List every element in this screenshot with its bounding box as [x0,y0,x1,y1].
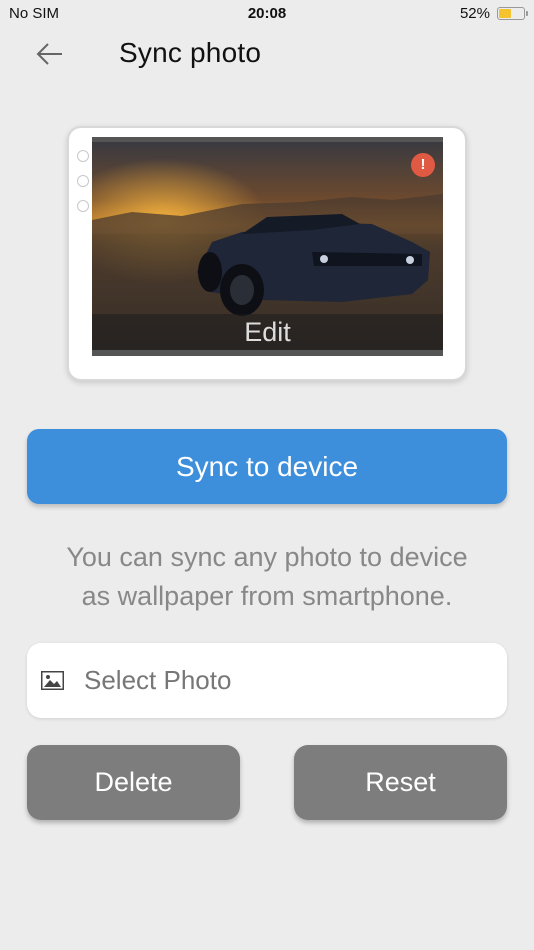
sync-hint-text: You can sync any photo to device as wall… [0,538,534,616]
sync-photo-screen: No SIM 20:08 52% Sync photo ! Edit Sync … [0,0,534,950]
hint-line: You can sync any photo to device [66,542,468,572]
page-title: Sync photo [119,37,262,68]
battery-level [499,9,511,18]
indicator-dot [77,175,89,187]
exclamation-icon[interactable]: ! [411,153,435,177]
indicator-dot [77,200,89,212]
image-icon [41,671,64,690]
device-preview: ! Edit [67,126,467,381]
status-bar: No SIM 20:08 52% [0,0,534,28]
reset-button[interactable]: Reset [294,745,507,820]
wallpaper-preview: ! Edit [92,137,443,356]
indicator-dot [77,150,89,162]
back-button[interactable] [30,36,70,76]
arrow-left-icon [36,43,62,65]
battery-percent: 52% [459,5,490,22]
edit-button[interactable]: Edit [92,314,443,350]
sync-to-device-button[interactable]: Sync to device [27,429,507,504]
delete-button[interactable]: Delete [27,745,240,820]
select-photo-field[interactable]: Select Photo [27,643,507,718]
select-photo-label: Select Photo [84,665,232,695]
battery-icon [497,7,528,20]
clock: 20:08 [247,5,287,22]
hint-line: as wallpaper from smartphone. [81,581,453,611]
